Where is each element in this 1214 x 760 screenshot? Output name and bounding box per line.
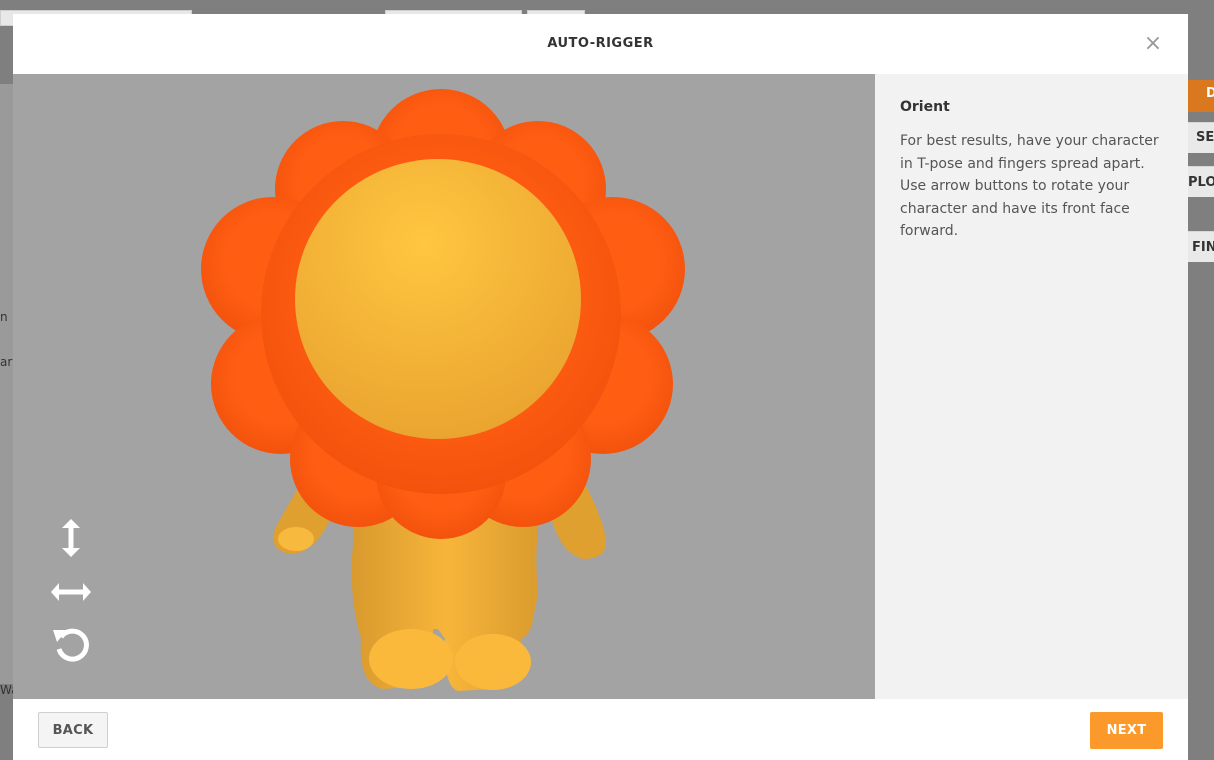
horizontal-arrows-icon xyxy=(51,583,91,601)
rotate-horizontal-button[interactable] xyxy=(49,570,93,614)
bg-left-panel xyxy=(0,84,13,684)
3d-viewport[interactable] xyxy=(13,74,875,699)
modal-title: AUTO-RIGGER xyxy=(547,36,654,51)
bg-edge-label: ar xyxy=(0,355,13,369)
bg-edge-label: FIN xyxy=(1192,240,1214,255)
bg-edge-label: n xyxy=(0,310,8,324)
rotate-ccw-icon xyxy=(53,628,89,662)
auto-rigger-modal: AUTO-RIGGER × Orient For best results, h… xyxy=(13,14,1188,760)
close-icon[interactable]: × xyxy=(1142,33,1164,55)
step-title: Orient xyxy=(900,99,950,115)
step-description: For best results, have your character in… xyxy=(900,133,1159,239)
reset-rotation-button[interactable] xyxy=(49,622,93,666)
rotate-vertical-button[interactable] xyxy=(49,516,93,560)
modal-header: AUTO-RIGGER × xyxy=(13,14,1188,74)
instructions-panel: Orient For best results, have your chara… xyxy=(875,74,1188,699)
vertical-arrows-icon xyxy=(62,519,80,557)
bg-edge-label: SE xyxy=(1196,130,1214,145)
next-button[interactable]: NEXT xyxy=(1090,712,1163,749)
character-model xyxy=(201,89,685,691)
bg-edge-label: PLO xyxy=(1188,175,1214,190)
bg-edge-label: D xyxy=(1206,86,1214,101)
back-button[interactable]: BACK xyxy=(38,712,108,748)
modal-footer: BACK NEXT xyxy=(13,699,1188,760)
